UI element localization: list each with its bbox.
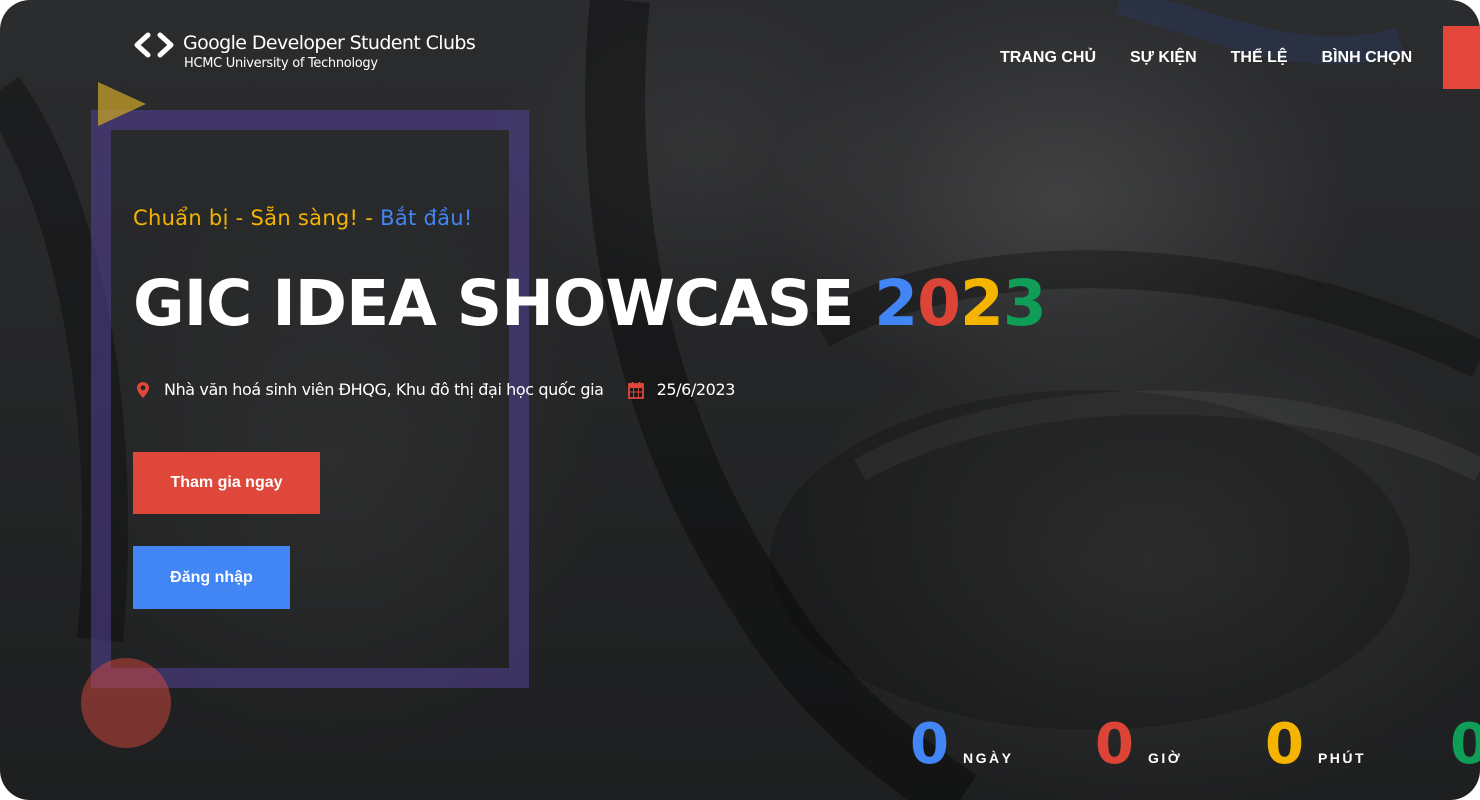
brand-text: Google Developer Student Clubs HCMC Univ… bbox=[183, 30, 476, 72]
title-word-idea: IDEA bbox=[272, 267, 437, 340]
main-nav: TRANG CHỦ SỰ KIỆN THỂ LỆ BÌNH CHỌN bbox=[1000, 48, 1446, 68]
login-button[interactable]: Đăng nhập bbox=[133, 546, 290, 609]
nav-cta-button[interactable] bbox=[1443, 26, 1480, 89]
hero-section: Google Developer Student Clubs HCMC Univ… bbox=[0, 0, 1480, 800]
countdown-seconds: 0 bbox=[1450, 712, 1480, 778]
circle-decoration bbox=[81, 658, 171, 748]
join-now-button[interactable]: Tham gia ngay bbox=[133, 452, 320, 514]
tagline-part-2: Bắt đầu! bbox=[380, 206, 473, 230]
countdown-minutes: 0 PHÚT bbox=[1265, 712, 1366, 778]
location-pin-icon bbox=[137, 381, 149, 398]
title-word-showcase: SHOWCASE bbox=[456, 267, 855, 340]
brand-subtitle: HCMC University of Technology bbox=[184, 56, 378, 71]
nav-item-home[interactable]: TRANG CHỦ bbox=[1000, 48, 1096, 68]
gdsc-brackets-logo-icon bbox=[134, 32, 174, 58]
calendar-icon bbox=[627, 381, 644, 399]
year-digit: 0 bbox=[917, 267, 961, 340]
countdown-days: 0 NGÀY bbox=[910, 712, 1013, 778]
event-date: 25/6/2023 bbox=[656, 380, 736, 399]
tagline-part-1: Chuẩn bị - Sẵn sàng! - bbox=[133, 206, 381, 230]
nav-item-rules[interactable]: THỂ LỆ bbox=[1231, 48, 1288, 68]
title-word-gic: GIC bbox=[133, 267, 252, 340]
countdown-minutes-label: PHÚT bbox=[1317, 750, 1367, 766]
year-digit: 2 bbox=[959, 267, 1004, 340]
countdown-seconds-value: 0 bbox=[1450, 712, 1480, 777]
event-location: Nhà văn hoá sinh viên ĐHQG, Khu đô thị đ… bbox=[164, 380, 604, 399]
year-digit: 3 bbox=[1002, 267, 1047, 340]
title-year: 2023 bbox=[874, 266, 1047, 342]
countdown-minutes-value: 0 bbox=[1265, 712, 1304, 777]
countdown-days-label: NGÀY bbox=[962, 750, 1014, 766]
year-digit: 2 bbox=[874, 267, 918, 340]
hero-title: GIC IDEA SHOWCASE 2023 bbox=[133, 266, 1047, 342]
nav-item-events[interactable]: SỰ KIỆN bbox=[1130, 48, 1197, 68]
countdown-hours-label: GIỜ bbox=[1147, 750, 1183, 766]
event-meta: Nhà văn hoá sinh viên ĐHQG, Khu đô thị đ… bbox=[135, 380, 735, 399]
countdown-hours: 0 GIỜ bbox=[1095, 712, 1182, 778]
brand-logo[interactable]: Google Developer Student Clubs HCMC Univ… bbox=[133, 30, 476, 72]
nav-item-vote[interactable]: BÌNH CHỌN bbox=[1322, 48, 1413, 68]
countdown-hours-value: 0 bbox=[1095, 712, 1134, 777]
hero-tagline: Chuẩn bị - Sẵn sàng! - Bắt đầu! bbox=[133, 206, 473, 230]
brand-title: Google Developer Student Clubs bbox=[183, 32, 476, 54]
triangle-decoration-icon bbox=[98, 82, 146, 126]
countdown-days-value: 0 bbox=[910, 712, 949, 777]
title-word-idea-wrap: IDEA bbox=[272, 266, 437, 342]
